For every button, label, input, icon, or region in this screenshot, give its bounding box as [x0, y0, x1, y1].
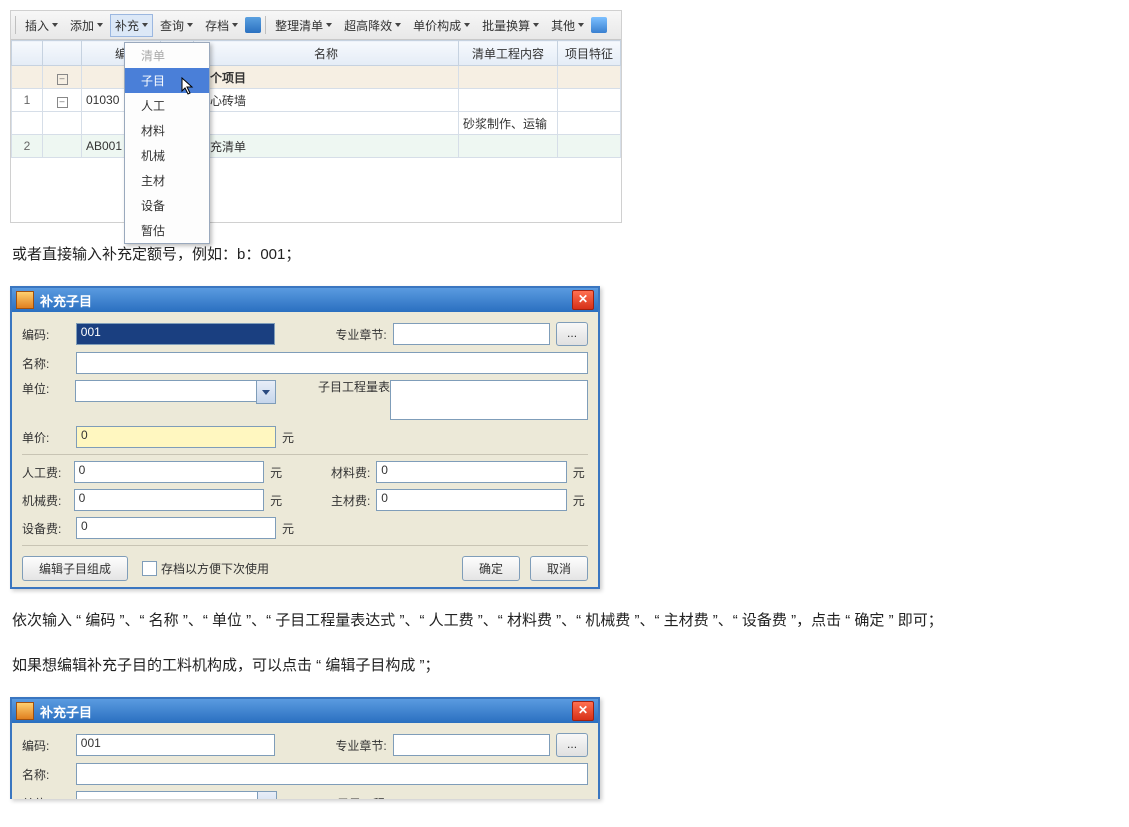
toolbar: 插入 添加 补充 查询 存档 整理清单 超高降效 单价构成 批量换算 其他 — [11, 11, 621, 40]
label-unit: 单位: — [22, 795, 70, 800]
table-row[interactable]: 1 – 01030 页 实心砖墙 — [12, 89, 621, 112]
combo-dropdown-button[interactable] — [256, 380, 276, 404]
label-code: 编码: — [22, 737, 70, 754]
misc-icon[interactable] — [591, 17, 607, 33]
label-name: 名称: — [22, 355, 70, 372]
collapse-icon[interactable]: – — [57, 97, 68, 108]
input-mainmat[interactable]: 0 — [376, 489, 567, 511]
input-code[interactable]: 001 — [76, 734, 275, 756]
screenshot-grid-dropdown: 插入 添加 补充 查询 存档 整理清单 超高降效 单价构成 批量换算 其他 编 … — [10, 10, 622, 223]
textarea-expr[interactable] — [390, 380, 588, 420]
label-expr: 子目工程量表达式: — [318, 380, 384, 394]
toolbar-insert[interactable]: 插入 — [20, 14, 63, 37]
dialog-titlebar[interactable]: 补充子目 ✕ — [12, 288, 598, 312]
combo-unit[interactable] — [75, 380, 276, 404]
table-row — [12, 158, 621, 223]
dropdown-item-list: 清单 — [125, 43, 209, 68]
toolbar-other[interactable]: 其他 — [546, 14, 589, 37]
label-chapter: 专业章节: — [327, 737, 387, 754]
paragraph-1: 或者直接输入补充定额号，例如：b：001； — [12, 241, 1119, 268]
label-mainmat: 主材费: — [313, 492, 370, 509]
dropdown-item-labor[interactable]: 人工 — [125, 93, 209, 118]
edit-composition-button[interactable]: 编辑子目组成 — [22, 556, 128, 581]
label-labor: 人工费: — [22, 464, 68, 481]
label-chapter: 专业章节: — [327, 326, 387, 343]
archive-checkbox[interactable]: 存档以方便下次使用 — [142, 560, 269, 577]
dropdown-item-machine[interactable]: 机械 — [125, 143, 209, 168]
browse-button[interactable]: ... — [556, 322, 588, 346]
cancel-button[interactable]: 取消 — [530, 556, 588, 581]
supplement-dropdown: 清单 子目 人工 材料 机械 主材 设备 暂估 — [124, 42, 210, 244]
dialog-icon — [16, 702, 34, 720]
input-equip[interactable]: 0 — [76, 517, 276, 539]
label-price: 单价: — [22, 429, 70, 446]
toolbar-supplement[interactable]: 补充 — [110, 14, 153, 37]
dialog-title: 补充子目 — [40, 291, 92, 310]
dropdown-item-material[interactable]: 材料 — [125, 118, 209, 143]
label-machine: 机械费: — [22, 492, 68, 509]
checkbox-icon[interactable] — [142, 561, 157, 576]
dropdown-item-equipment[interactable]: 设备 — [125, 193, 209, 218]
dialog-supplement-subitem: 补充子目 ✕ 编码: 001 专业章节: ... 名称: 单位: 子目工程量表达… — [10, 286, 600, 589]
grid-header: 编 别 名称 清单工程内容 项目特征 — [12, 41, 621, 66]
find-icon[interactable] — [245, 17, 261, 33]
col-feature[interactable]: 项目特征 — [558, 41, 621, 66]
label-unit: 单位: — [22, 380, 69, 397]
dropdown-item-temp[interactable]: 暂估 — [125, 218, 209, 243]
label-code: 编码: — [22, 326, 70, 343]
input-material[interactable]: 0 — [376, 461, 567, 483]
label-equip: 设备费: — [22, 520, 70, 537]
input-name[interactable] — [76, 763, 588, 785]
toolbar-add[interactable]: 添加 — [65, 14, 108, 37]
label-material: 材料费: — [313, 464, 370, 481]
toolbar-price[interactable]: 单价构成 — [408, 14, 475, 37]
close-button[interactable]: ✕ — [572, 701, 594, 721]
combo-unit[interactable] — [76, 791, 277, 799]
dialog-supplement-subitem-2: 补充子目 ✕ 编码: 001 专业章节: ... 名称: 单位: 子目工程 — [10, 697, 600, 799]
dialog-icon — [16, 291, 34, 309]
input-name[interactable] — [76, 352, 588, 374]
col-project[interactable]: 清单工程内容 — [459, 41, 558, 66]
unit-yuan: 元 — [282, 429, 298, 446]
input-code[interactable]: 001 — [76, 323, 275, 345]
collapse-icon[interactable]: – — [57, 74, 68, 85]
input-machine[interactable]: 0 — [74, 489, 265, 511]
toolbar-tidy[interactable]: 整理清单 — [270, 14, 337, 37]
data-grid: 编 别 名称 清单工程内容 项目特征 – 整个项目 1 – 01030 页 实心… — [11, 40, 621, 222]
dropdown-item-subitem[interactable]: 子目 — [125, 68, 209, 93]
combo-dropdown-button[interactable] — [257, 791, 277, 799]
col-name[interactable]: 名称 — [194, 41, 459, 66]
input-price[interactable]: 0 — [76, 426, 276, 448]
dropdown-item-main[interactable]: 主材 — [125, 168, 209, 193]
label-expr-cut: 子目工程 — [319, 795, 385, 800]
table-row[interactable]: – 整个项目 — [12, 66, 621, 89]
toolbar-batch[interactable]: 批量换算 — [477, 14, 544, 37]
paragraph-2: 依次输入 “ 编码 ”、“ 名称 ”、“ 单位 ”、“ 子目工程量表达式 ”、“… — [12, 607, 1119, 634]
browse-button[interactable]: ... — [556, 733, 588, 757]
dialog-title: 补充子目 — [40, 702, 92, 721]
toolbar-archive[interactable]: 存档 — [200, 14, 243, 37]
input-chapter[interactable] — [393, 734, 550, 756]
close-button[interactable]: ✕ — [572, 290, 594, 310]
table-row[interactable]: 2 AB001 页 补充清单 — [12, 135, 621, 158]
table-row[interactable]: 定 砂浆制作、运输 — [12, 112, 621, 135]
toolbar-query[interactable]: 查询 — [155, 14, 198, 37]
toolbar-height[interactable]: 超高降效 — [339, 14, 406, 37]
input-labor[interactable]: 0 — [74, 461, 265, 483]
input-chapter[interactable] — [393, 323, 550, 345]
paragraph-3: 如果想编辑补充子目的工料机构成，可以点击 “ 编辑子目构成 ”； — [12, 652, 1119, 679]
dialog-titlebar[interactable]: 补充子目 ✕ — [12, 699, 598, 723]
ok-button[interactable]: 确定 — [462, 556, 520, 581]
